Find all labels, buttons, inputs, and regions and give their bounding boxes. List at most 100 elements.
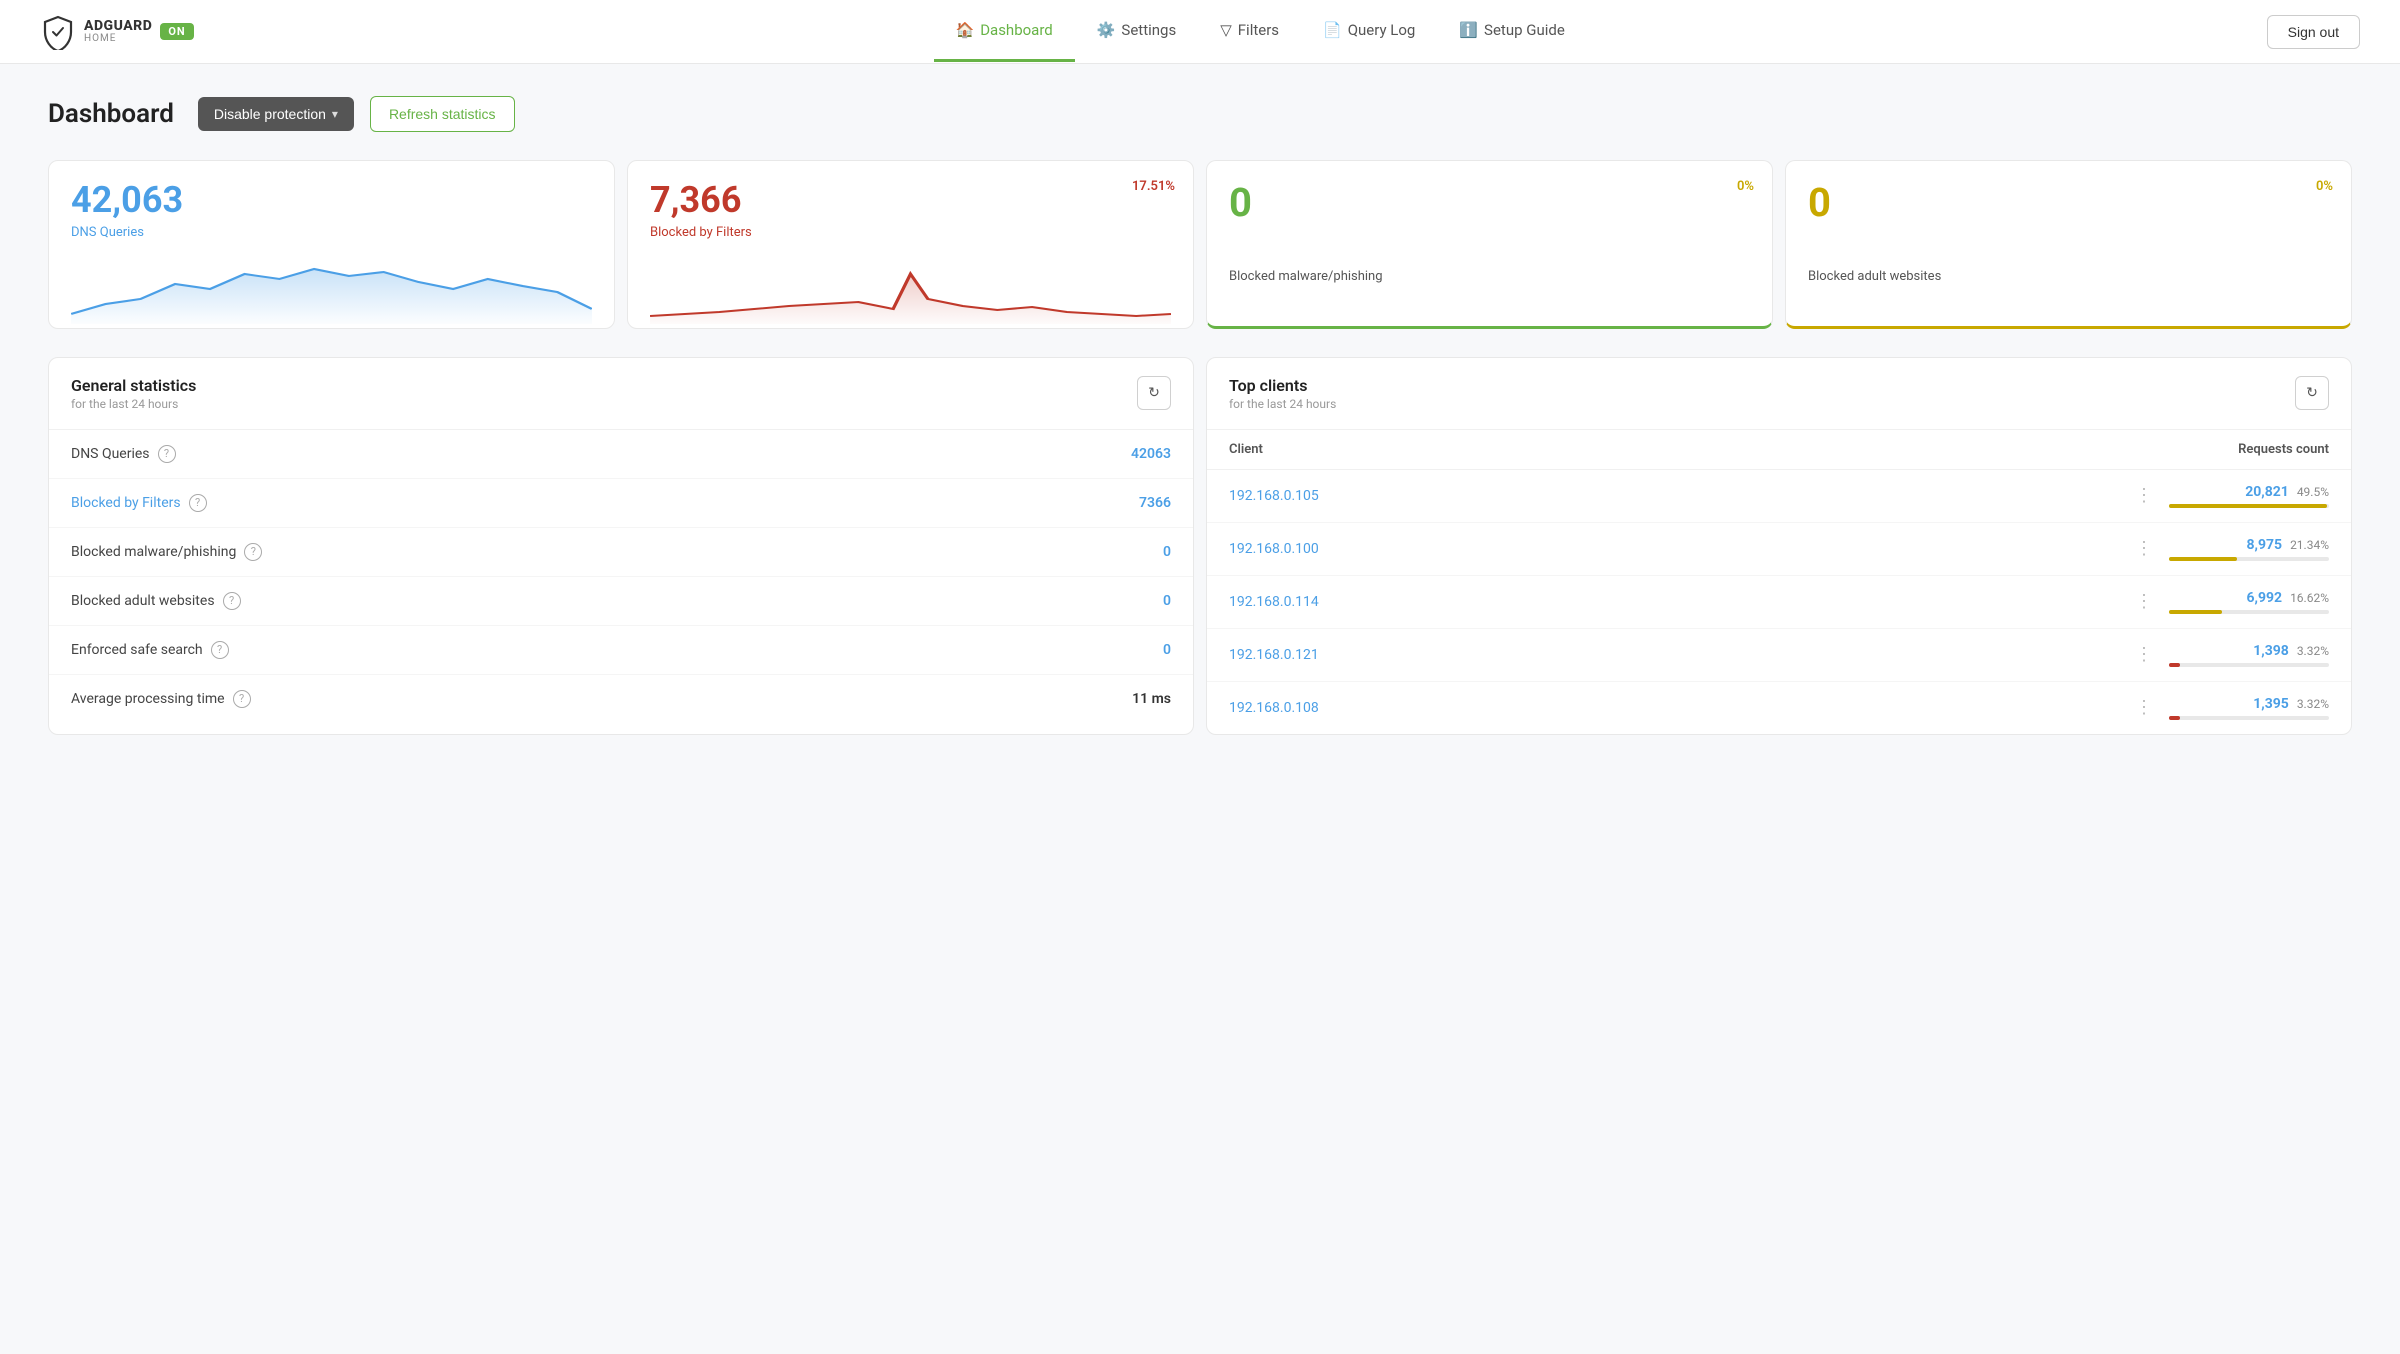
client-row: 192.168.0.108 ⋮ 1,395 3.32% bbox=[1207, 682, 2351, 734]
top-clients-refresh-button[interactable]: ↻ bbox=[2295, 376, 2329, 410]
stats-malware-value: 0 bbox=[1163, 544, 1171, 560]
nav-filters-label: Filters bbox=[1238, 21, 1279, 39]
disable-protection-button[interactable]: Disable protection ▾ bbox=[198, 97, 354, 131]
client-count-percent: 21.34% bbox=[2290, 538, 2329, 552]
client-bar-fill bbox=[2169, 504, 2327, 508]
stats-avg-value: 11 ms bbox=[1132, 691, 1171, 707]
dns-queries-label: DNS Queries bbox=[71, 225, 592, 240]
client-count-number: 20,821 bbox=[2245, 484, 2289, 500]
client-count-percent: 16.62% bbox=[2290, 591, 2329, 605]
stats-row-blocked-filters: Blocked by Filters ? 7366 bbox=[49, 479, 1193, 528]
stat-card-dns-queries: 42,063 DNS Queries bbox=[48, 160, 615, 329]
blocked-filters-label: Blocked by Filters bbox=[650, 225, 1171, 240]
dns-help-icon[interactable]: ? bbox=[158, 445, 176, 463]
page-title: Dashboard bbox=[48, 99, 174, 129]
stats-dns-value: 42063 bbox=[1131, 446, 1171, 462]
nav-setup-guide[interactable]: ℹ️ Setup Guide bbox=[1437, 1, 1586, 62]
nav-settings[interactable]: ⚙️ Settings bbox=[1075, 1, 1198, 62]
col-client-label: Client bbox=[1229, 442, 2238, 457]
disable-protection-label: Disable protection bbox=[214, 106, 326, 122]
client-count-percent: 3.32% bbox=[2297, 644, 2329, 658]
blocked-filters-percent: 17.51% bbox=[1132, 179, 1175, 194]
client-count-number: 1,398 bbox=[2253, 643, 2289, 659]
blocked-adult-number: 0 bbox=[1808, 181, 2329, 265]
blocked-malware-percent: 0% bbox=[1737, 179, 1754, 194]
client-ip[interactable]: 192.168.0.114 bbox=[1229, 594, 2119, 610]
col-requests-label: Requests count bbox=[2238, 442, 2329, 457]
client-menu-icon[interactable]: ⋮ bbox=[2131, 644, 2157, 665]
stat-card-blocked-malware: 0% 0 Blocked malware/phishing bbox=[1206, 160, 1773, 329]
stats-malware-label: Blocked malware/phishing ? bbox=[71, 543, 262, 561]
client-bar-fill bbox=[2169, 716, 2180, 720]
main-nav: 🏠 Dashboard ⚙️ Settings ▽ Filters 📄 Quer… bbox=[254, 1, 2267, 62]
stats-row-safe-search: Enforced safe search ? 0 bbox=[49, 626, 1193, 675]
client-row: 192.168.0.105 ⋮ 20,821 49.5% bbox=[1207, 470, 2351, 523]
client-menu-icon[interactable]: ⋮ bbox=[2131, 697, 2157, 718]
logo-text: ADGUARD HOME bbox=[84, 19, 152, 44]
client-ip[interactable]: 192.168.0.100 bbox=[1229, 541, 2119, 557]
stats-list: DNS Queries ? 42063 Blocked by Filters ?… bbox=[49, 430, 1193, 723]
client-count-area: 20,821 49.5% bbox=[2169, 484, 2329, 508]
logo: ADGUARD HOME ON bbox=[40, 14, 194, 50]
general-stats-refresh-button[interactable]: ↻ bbox=[1137, 376, 1171, 410]
blocked-help-icon[interactable]: ? bbox=[189, 494, 207, 512]
general-stats-panel: General statistics for the last 24 hours… bbox=[48, 357, 1194, 735]
refresh-statistics-button[interactable]: Refresh statistics bbox=[370, 96, 515, 132]
malware-help-icon[interactable]: ? bbox=[244, 543, 262, 561]
client-menu-icon[interactable]: ⋮ bbox=[2131, 485, 2157, 506]
adult-help-icon[interactable]: ? bbox=[223, 592, 241, 610]
top-clients-header: Top clients for the last 24 hours ↻ bbox=[1207, 358, 2351, 430]
nav-query-log-label: Query Log bbox=[1348, 21, 1416, 39]
client-row: 192.168.0.121 ⋮ 1,398 3.32% bbox=[1207, 629, 2351, 682]
client-row: 192.168.0.114 ⋮ 6,992 16.62% bbox=[1207, 576, 2351, 629]
stats-dns-label: DNS Queries ? bbox=[71, 445, 176, 463]
client-ip[interactable]: 192.168.0.105 bbox=[1229, 488, 2119, 504]
settings-icon: ⚙️ bbox=[1097, 21, 1116, 39]
nav-dashboard[interactable]: 🏠 Dashboard bbox=[934, 1, 1075, 62]
client-bar-fill bbox=[2169, 663, 2180, 667]
client-bar-track bbox=[2169, 716, 2329, 720]
general-stats-subtitle: for the last 24 hours bbox=[71, 397, 196, 411]
stats-adult-label: Blocked adult websites ? bbox=[71, 592, 241, 610]
client-count-area: 1,395 3.32% bbox=[2169, 696, 2329, 720]
top-clients-title-group: Top clients for the last 24 hours bbox=[1229, 376, 1336, 411]
dns-queries-chart bbox=[71, 254, 592, 324]
client-bar-track bbox=[2169, 610, 2329, 614]
stats-row-avg-processing: Average processing time ? 11 ms bbox=[49, 675, 1193, 723]
stat-cards: 42,063 DNS Queries 17.51% 7,366 Blocked … bbox=[48, 160, 2352, 329]
safe-search-help-icon[interactable]: ? bbox=[211, 641, 229, 659]
chevron-down-icon: ▾ bbox=[332, 107, 338, 121]
client-menu-icon[interactable]: ⋮ bbox=[2131, 538, 2157, 559]
stats-blocked-label[interactable]: Blocked by Filters ? bbox=[71, 494, 207, 512]
client-bar-track bbox=[2169, 557, 2329, 561]
nav-query-log[interactable]: 📄 Query Log bbox=[1301, 1, 1437, 62]
client-menu-icon[interactable]: ⋮ bbox=[2131, 591, 2157, 612]
protection-status-badge: ON bbox=[160, 23, 193, 40]
stats-row-dns-queries: DNS Queries ? 42063 bbox=[49, 430, 1193, 479]
client-ip[interactable]: 192.168.0.121 bbox=[1229, 647, 2119, 663]
nav-filters[interactable]: ▽ Filters bbox=[1198, 1, 1301, 62]
client-count-area: 6,992 16.62% bbox=[2169, 590, 2329, 614]
sign-out-button[interactable]: Sign out bbox=[2267, 15, 2360, 49]
client-count-number: 6,992 bbox=[2246, 590, 2282, 606]
stats-safe-search-label: Enforced safe search ? bbox=[71, 641, 229, 659]
top-clients-subtitle: for the last 24 hours bbox=[1229, 397, 1336, 411]
nav-setup-guide-label: Setup Guide bbox=[1484, 21, 1565, 39]
stats-adult-value: 0 bbox=[1163, 593, 1171, 609]
client-ip[interactable]: 192.168.0.108 bbox=[1229, 700, 2119, 716]
client-row: 192.168.0.100 ⋮ 8,975 21.34% bbox=[1207, 523, 2351, 576]
avg-help-icon[interactable]: ? bbox=[233, 690, 251, 708]
stats-avg-label: Average processing time ? bbox=[71, 690, 251, 708]
stats-blocked-value: 7366 bbox=[1139, 495, 1171, 511]
dashboard-header: Dashboard Disable protection ▾ Refresh s… bbox=[48, 96, 2352, 132]
client-bar-fill bbox=[2169, 557, 2237, 561]
stats-row-blocked-adult: Blocked adult websites ? 0 bbox=[49, 577, 1193, 626]
stat-card-blocked-adult: 0% 0 Blocked adult websites bbox=[1785, 160, 2352, 329]
filter-icon: ▽ bbox=[1220, 21, 1232, 39]
client-count-number: 1,395 bbox=[2253, 696, 2289, 712]
blocked-malware-label: Blocked malware/phishing bbox=[1229, 269, 1750, 304]
top-clients-panel: Top clients for the last 24 hours ↻ Clie… bbox=[1206, 357, 2352, 735]
home-icon: 🏠 bbox=[956, 21, 975, 39]
clients-list: 192.168.0.105 ⋮ 20,821 49.5% 192.168.0.1… bbox=[1207, 470, 2351, 734]
shield-icon bbox=[40, 14, 76, 50]
